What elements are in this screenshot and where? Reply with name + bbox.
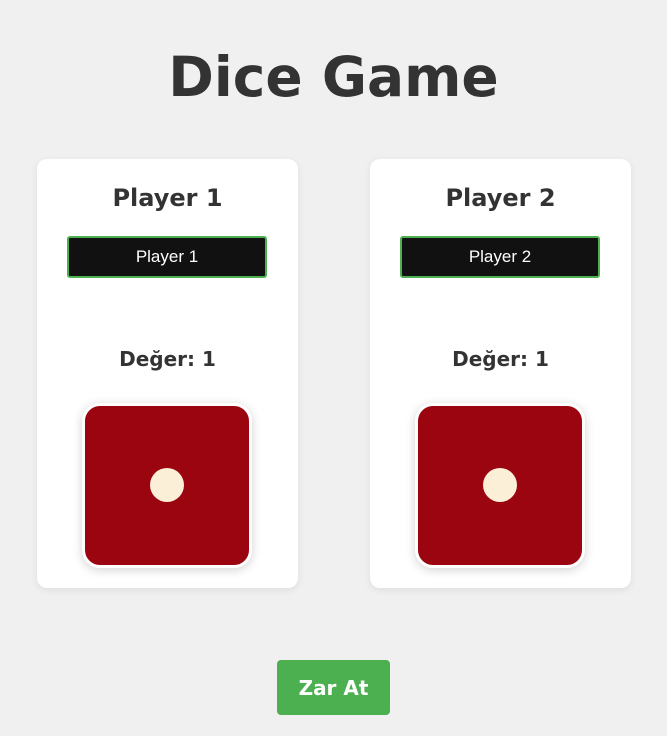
player-heading: Player 2	[445, 184, 556, 212]
die-value-label: Değer: 1	[119, 347, 216, 371]
player-name-input[interactable]	[400, 236, 600, 278]
player-card-1: Player 1 Değer: 1	[37, 159, 298, 588]
die-value-label: Değer: 1	[452, 347, 549, 371]
player-name-input[interactable]	[67, 236, 267, 278]
die-face-1-icon	[82, 403, 252, 568]
roll-dice-button[interactable]: Zar At	[277, 660, 390, 715]
die-face-1-icon	[415, 403, 585, 568]
page-title: Dice Game	[168, 45, 499, 109]
player-heading: Player 1	[112, 184, 223, 212]
player-card-2: Player 2 Değer: 1	[370, 159, 631, 588]
pip-icon	[150, 468, 184, 502]
pip-icon	[483, 468, 517, 502]
